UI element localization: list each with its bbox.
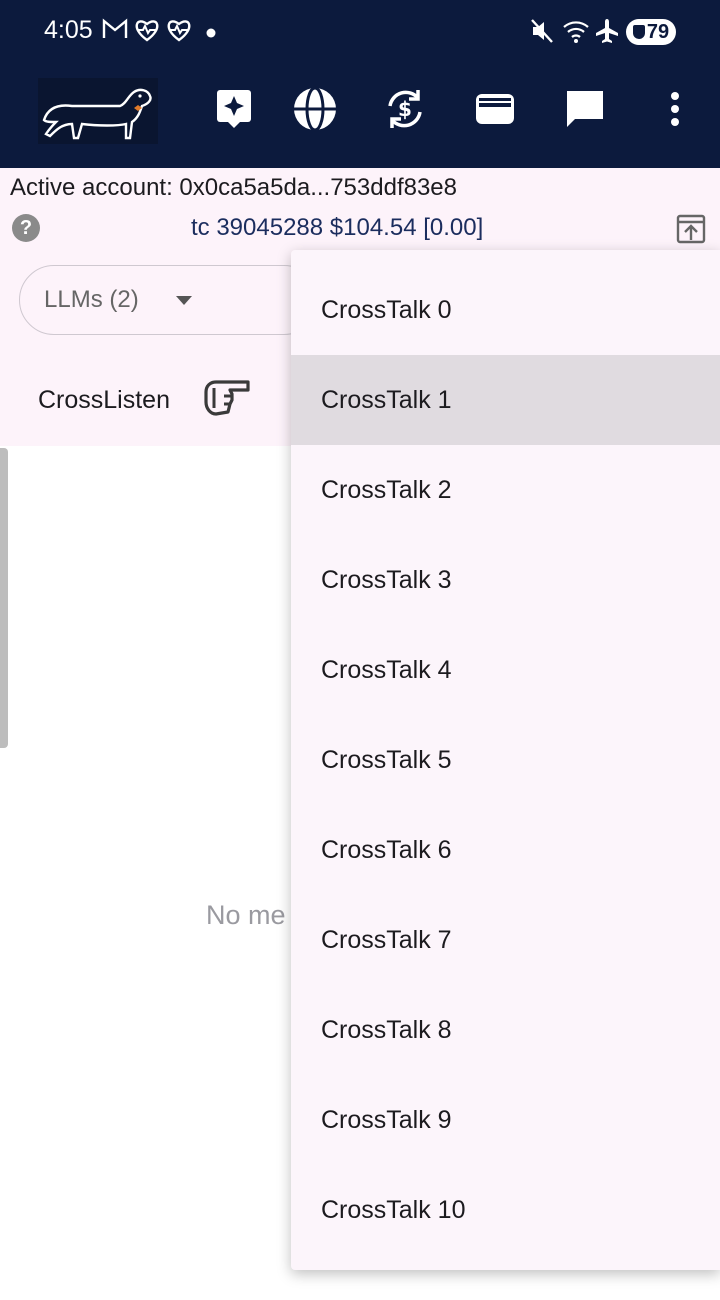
sparkle-icon (216, 89, 252, 134)
llm-selector[interactable]: LLMs (2) (19, 265, 319, 335)
active-account-text: Active account: 0x0ca5a5da...753ddf83e8 (10, 174, 457, 201)
gmail-icon (102, 18, 128, 40)
status-bar: 4:05 79 (0, 0, 720, 64)
chat-icon (565, 89, 605, 134)
globe-button[interactable] (290, 86, 340, 136)
currency-sync-button[interactable]: $ (380, 86, 430, 136)
more-options-button[interactable] (650, 86, 700, 136)
wallet-icon (475, 93, 515, 130)
dropdown-caret-icon (176, 296, 192, 305)
menu-item-crosstalk-7[interactable]: CrossTalk 7 (291, 895, 720, 985)
menu-item-crosstalk-3[interactable]: CrossTalk 3 (291, 535, 720, 625)
menu-item-crosstalk-1[interactable]: CrossTalk 1 (291, 355, 720, 445)
menu-item-crosstalk-10[interactable]: CrossTalk 10 (291, 1165, 720, 1255)
crosslisten-label[interactable]: CrossListen (38, 386, 170, 415)
dot-icon (206, 28, 216, 38)
mute-icon (530, 18, 554, 44)
app-bar: $ (0, 64, 720, 168)
currency-sync-icon: $ (382, 86, 428, 137)
menu-item-crosstalk-4[interactable]: CrossTalk 4 (291, 625, 720, 715)
airplane-icon (594, 18, 620, 44)
battery-level: 79 (646, 20, 670, 43)
llm-selector-label: LLMs (2) (44, 286, 139, 313)
more-vert-icon (670, 91, 680, 131)
menu-item-crosstalk-6[interactable]: CrossTalk 6 (291, 805, 720, 895)
menu-item-crosstalk-2[interactable]: CrossTalk 2 (291, 445, 720, 535)
sparkle-button[interactable] (209, 86, 259, 136)
menu-item-crosstalk-0[interactable]: CrossTalk 0 (291, 265, 720, 355)
menu-item-crosstalk-8[interactable]: CrossTalk 8 (291, 985, 720, 1075)
wifi-icon (562, 18, 592, 44)
battery-icon: 79 (626, 19, 676, 45)
crosstalk-menu: CrossTalk 0 CrossTalk 1 CrossTalk 2 Cros… (291, 250, 720, 1270)
pointing-hand-icon[interactable] (202, 378, 250, 418)
dachshund-logo[interactable] (38, 78, 158, 144)
balance-text: tc 39045288 $104.54 [0.00] (191, 214, 484, 241)
export-icon[interactable] (676, 214, 706, 244)
menu-item-crosstalk-9[interactable]: CrossTalk 9 (291, 1075, 720, 1165)
wallet-button[interactable] (470, 86, 520, 136)
chat-button[interactable] (560, 86, 610, 136)
scroll-handle[interactable] (0, 448, 8, 748)
empty-state-text: No me (206, 900, 286, 930)
heartbeat-icon (166, 18, 192, 42)
menu-item-crosstalk-5[interactable]: CrossTalk 5 (291, 715, 720, 805)
globe-icon (292, 86, 338, 137)
heartbeat-icon (134, 18, 160, 42)
status-time: 4:05 (44, 16, 93, 44)
help-icon[interactable]: ? (12, 214, 40, 242)
svg-text:$: $ (398, 97, 412, 121)
